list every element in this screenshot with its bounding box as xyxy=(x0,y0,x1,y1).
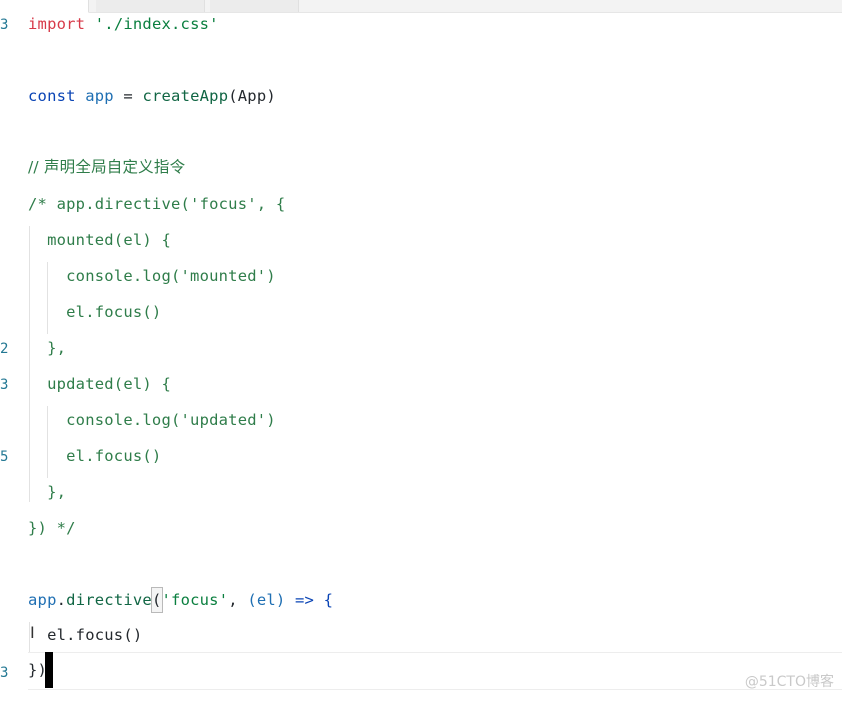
code-token: }, xyxy=(28,483,67,501)
code-token: import xyxy=(28,15,86,33)
code-token: console.log('updated') xyxy=(28,411,276,429)
code-line[interactable]: el.focus() xyxy=(28,623,142,647)
code-token: updated(el) { xyxy=(28,375,171,393)
code-line[interactable]: app.directive('focus', (el) => { xyxy=(28,587,334,613)
mouse-ibeam-cursor-icon: I xyxy=(30,623,35,642)
watermark: @51CTO博客 xyxy=(744,674,834,690)
code-line[interactable]: console.log('mounted') xyxy=(28,264,276,288)
code-token: el.focus() xyxy=(28,626,143,644)
code-line[interactable]: import './index.css' xyxy=(28,12,219,36)
code-line[interactable]: }, xyxy=(28,480,66,504)
code-line[interactable]: updated(el) { xyxy=(28,372,171,396)
code-token: directive xyxy=(66,591,152,609)
code-token: }) */ xyxy=(28,519,76,537)
code-line[interactable]: /* app.directive('focus', { xyxy=(28,192,285,216)
code-token: app xyxy=(28,591,57,609)
code-token: = xyxy=(113,87,143,105)
code-token: }, xyxy=(28,339,67,357)
text-cursor xyxy=(45,652,53,688)
code-editor[interactable]: import './index.css' const app = createA… xyxy=(0,0,842,701)
code-line[interactable]: // 声明全局自定义指令 xyxy=(28,155,185,179)
code-token: app xyxy=(85,87,114,105)
code-token: 'focus' xyxy=(161,591,229,609)
code-token: mounted(el) { xyxy=(28,231,171,249)
code-token: // 声明全局自定义指令 xyxy=(28,158,186,176)
matched-bracket: ( xyxy=(150,587,163,613)
code-token: './index.css' xyxy=(94,15,219,33)
code-token: console.log('mounted') xyxy=(28,267,276,285)
code-token: (App) xyxy=(228,87,276,105)
code-token: el.focus() xyxy=(28,447,162,465)
code-line[interactable]: mounted(el) { xyxy=(28,228,171,252)
code-token: (el) xyxy=(247,591,286,609)
code-line[interactable]: el.focus() xyxy=(28,444,161,468)
code-line[interactable]: }) */ xyxy=(28,516,76,540)
code-line[interactable]: }, xyxy=(28,336,66,360)
code-line[interactable]: const app = createApp(App) xyxy=(28,84,276,108)
current-line-highlight xyxy=(28,652,842,690)
code-token: createApp xyxy=(142,87,229,105)
code-token: /* app.directive('focus', { xyxy=(28,195,286,213)
code-line[interactable]: el.focus() xyxy=(28,300,161,324)
code-token: el.focus() xyxy=(28,303,162,321)
code-token: . xyxy=(56,591,67,609)
code-token: , xyxy=(228,591,248,609)
code-token: const xyxy=(28,87,76,105)
code-token: => { xyxy=(285,591,334,609)
code-line[interactable]: console.log('updated') xyxy=(28,408,276,432)
